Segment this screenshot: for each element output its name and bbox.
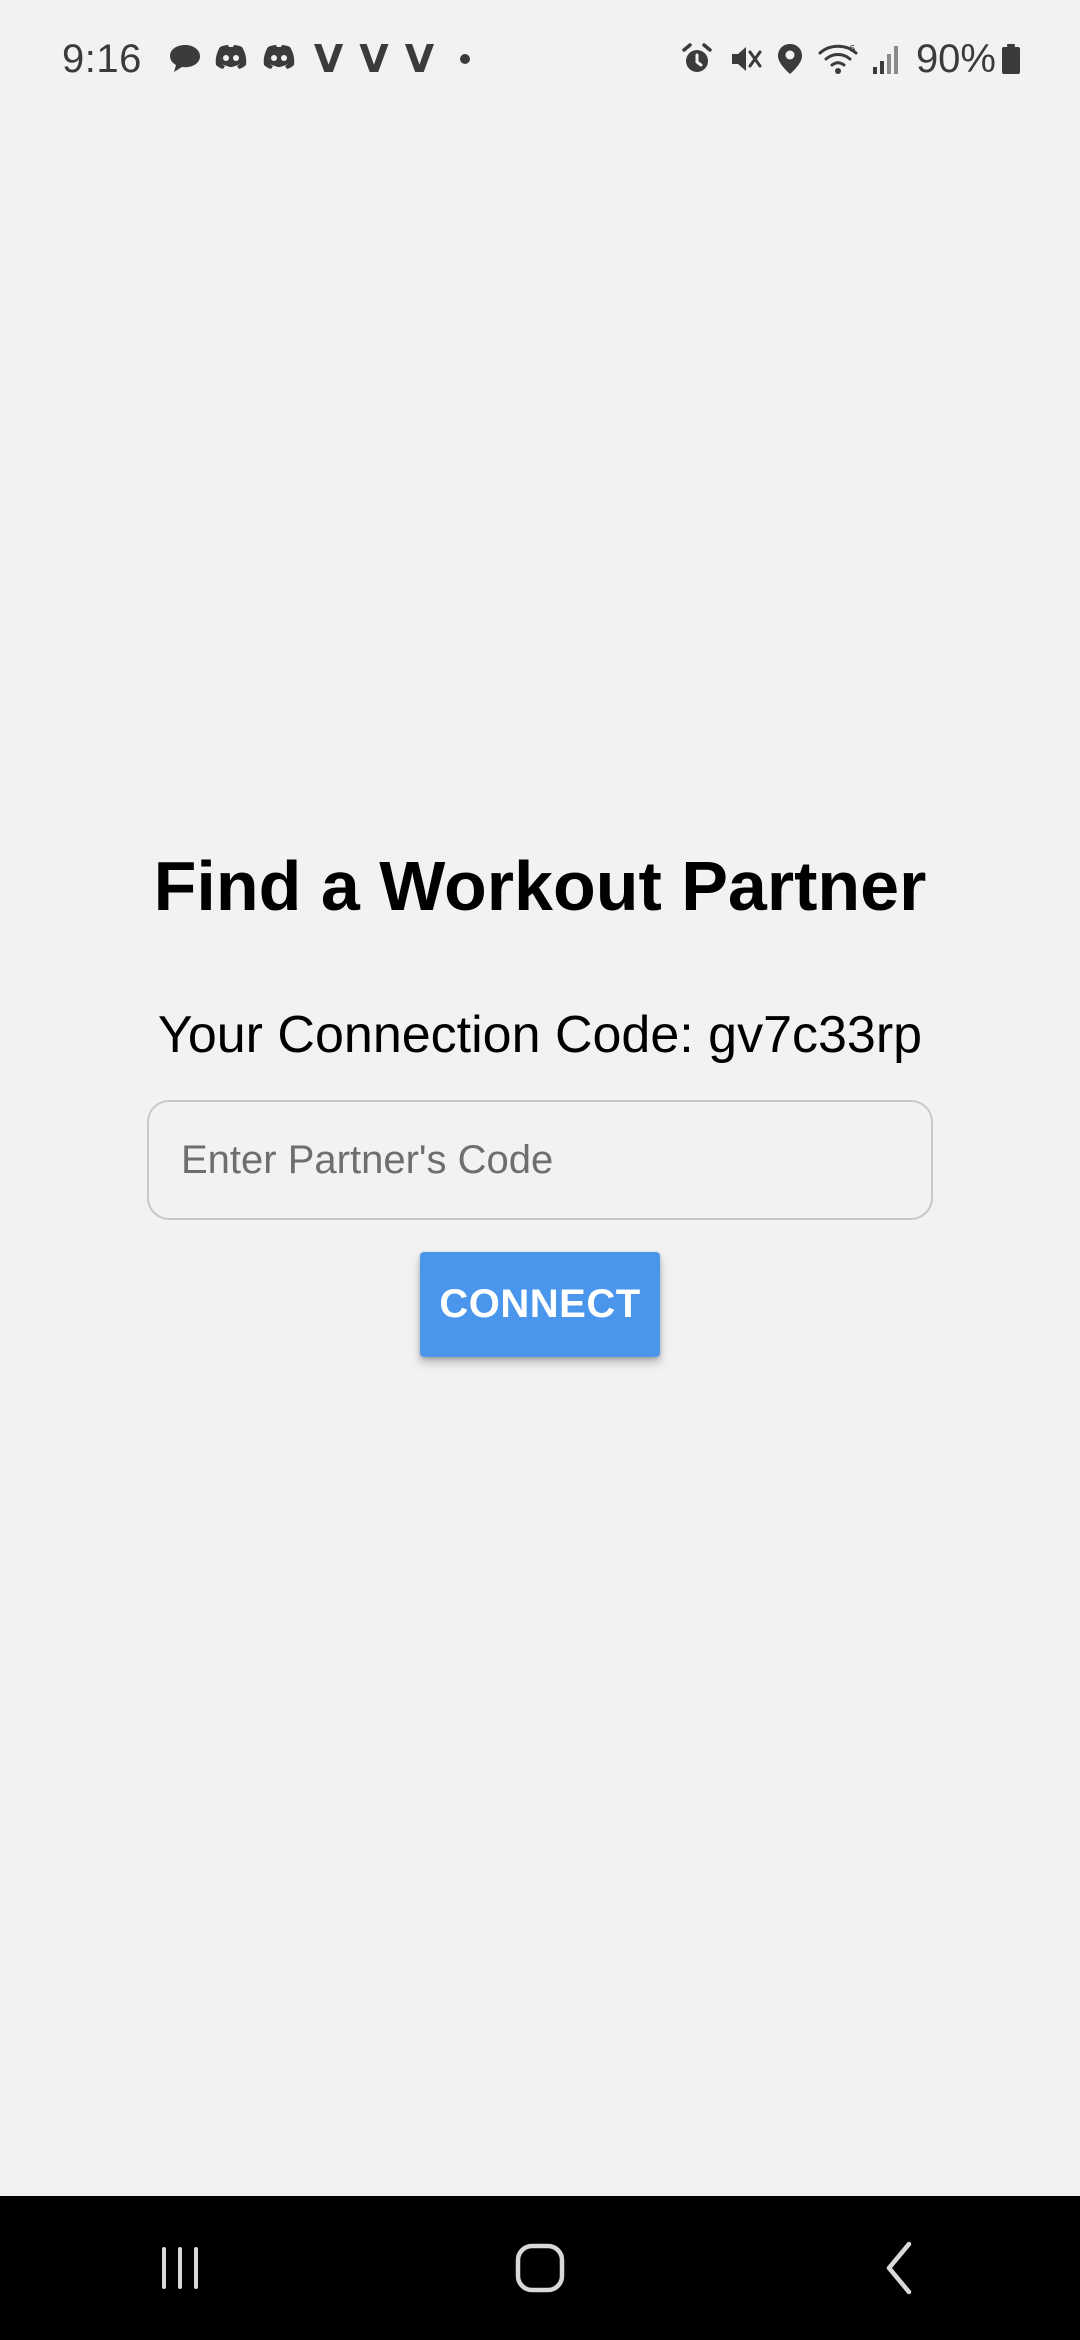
battery-percent: 90%	[915, 36, 996, 81]
wifi-icon: 6	[818, 43, 858, 75]
connection-code-text: Your Connection Code: gv7c33rp	[157, 1006, 923, 1064]
battery-icon	[1002, 44, 1020, 74]
signal-icon	[872, 43, 902, 75]
home-icon	[515, 2243, 565, 2293]
status-right: 6 90%	[666, 37, 1020, 82]
home-button[interactable]	[470, 2218, 610, 2318]
chat-bubble-icon	[168, 43, 202, 75]
v-icon: V	[359, 37, 389, 81]
status-left: 9:16 V V V	[62, 36, 471, 82]
more-dot-icon	[460, 54, 471, 64]
back-button[interactable]	[830, 2218, 970, 2318]
mute-icon	[728, 42, 762, 76]
back-icon	[886, 2241, 912, 2295]
status-bar: 9:16 V V V 6 90%	[0, 0, 1080, 118]
discord-icon	[212, 43, 250, 75]
recents-icon	[162, 2247, 198, 2289]
navigation-bar	[0, 2196, 1080, 2340]
status-time: 9:16	[62, 36, 142, 81]
recents-button[interactable]	[110, 2218, 250, 2318]
partner-code-input[interactable]	[147, 1100, 933, 1220]
discord-icon	[260, 43, 298, 75]
v-icon: V	[313, 37, 344, 81]
page-title: Find a Workout Partner	[153, 847, 927, 925]
location-icon	[776, 42, 804, 76]
alarm-icon	[680, 42, 714, 76]
app-screen: 9:16 V V V 6 90% Find a Workout Partner …	[0, 0, 1080, 2340]
svg-text:6: 6	[849, 44, 855, 55]
connect-button[interactable]: CONNECT	[420, 1252, 660, 1357]
v-icon: V	[404, 37, 435, 81]
